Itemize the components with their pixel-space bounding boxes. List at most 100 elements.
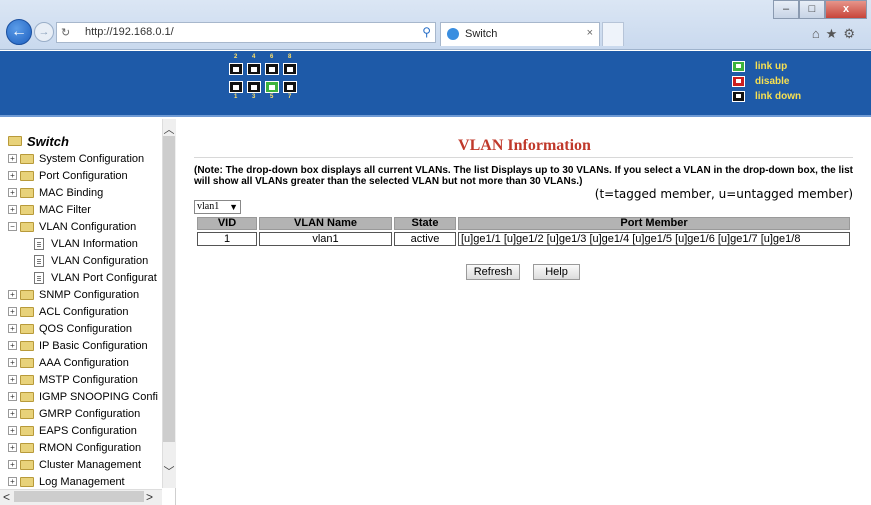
port-status-icon[interactable]: [247, 63, 261, 75]
port-status-icon[interactable]: [265, 81, 279, 93]
back-arrow-icon[interactable]: ←: [6, 19, 32, 45]
toolbar-icons[interactable]: ⌂★⚙: [812, 26, 861, 42]
expand-icon[interactable]: +: [8, 426, 17, 435]
sidebar-item[interactable]: + ACL Configuration: [8, 303, 164, 320]
sidebar-item-label: System Configuration: [39, 152, 145, 165]
sidebar-item-label: MSTP Configuration: [39, 373, 138, 386]
scroll-right-icon[interactable]: >: [146, 490, 153, 504]
scroll-left-icon[interactable]: <: [3, 490, 10, 504]
sidebar-item-label: ACL Configuration: [39, 305, 129, 318]
expand-icon[interactable]: +: [8, 358, 17, 367]
sidebar-item[interactable]: + IGMP SNOOPING Confi: [8, 388, 164, 405]
expand-icon[interactable]: +: [8, 324, 17, 333]
legend-item: disable: [732, 74, 801, 88]
help-button[interactable]: Help: [533, 264, 580, 280]
sidebar-item[interactable]: + MAC Filter: [8, 201, 164, 218]
collapse-icon[interactable]: −: [8, 222, 17, 231]
port-number-label: 6: [270, 54, 274, 60]
port-swatch-icon: [732, 90, 745, 102]
refresh-icon[interactable]: ↻: [61, 26, 70, 39]
expand-icon[interactable]: +: [8, 460, 17, 469]
cell-vid: 1: [197, 232, 257, 246]
title-divider: [194, 157, 853, 158]
port-status-icon[interactable]: [229, 81, 243, 93]
expand-icon[interactable]: +: [8, 443, 17, 452]
port-status-icon[interactable]: [283, 81, 297, 93]
sidebar-item[interactable]: VLAN Port Configurat: [8, 269, 164, 286]
sidebar-item[interactable]: + QOS Configuration: [8, 320, 164, 337]
refresh-button[interactable]: Refresh: [466, 264, 520, 280]
expand-icon[interactable]: +: [8, 205, 17, 214]
sidebar-item-label: RMON Configuration: [39, 441, 142, 454]
tab-close-icon[interactable]: ×: [587, 27, 593, 39]
port-status-icon[interactable]: [265, 63, 279, 75]
maximize-button[interactable]: □: [799, 0, 825, 19]
folder-icon: [20, 187, 34, 198]
expand-icon[interactable]: +: [8, 477, 17, 486]
sidebar-scroll-thumb[interactable]: [163, 136, 175, 442]
folder-icon: [20, 170, 34, 181]
folder-icon: [20, 374, 34, 385]
expand-icon[interactable]: +: [8, 154, 17, 163]
sidebar-item[interactable]: VLAN Information: [8, 235, 164, 252]
folder-icon: [20, 340, 34, 351]
sidebar-item[interactable]: + IP Basic Configuration: [8, 337, 164, 354]
sidebar-item[interactable]: + AAA Configuration: [8, 354, 164, 371]
port-number-label: 1: [234, 94, 238, 100]
port-number-label: 2: [234, 54, 238, 60]
expand-icon[interactable]: +: [8, 341, 17, 350]
port-status-icon[interactable]: [283, 63, 297, 75]
folder-icon: [20, 459, 34, 470]
sidebar-item[interactable]: − VLAN Configuration: [8, 218, 164, 235]
sidebar-item-label: MAC Binding: [39, 186, 104, 199]
legend-label: link down: [755, 90, 802, 102]
expand-icon[interactable]: +: [8, 307, 17, 316]
expand-icon[interactable]: +: [8, 290, 17, 299]
port-status-icon[interactable]: [247, 81, 261, 93]
close-window-button[interactable]: x: [825, 0, 867, 19]
minimize-button[interactable]: –: [773, 0, 799, 19]
switch-banner: 2 4 6 8 1 3 5 7 link up disable link down: [0, 51, 871, 117]
col-state: State: [394, 217, 456, 230]
sidebar-hscroll-thumb[interactable]: [14, 491, 144, 502]
sidebar-item[interactable]: + MAC Binding: [8, 184, 164, 201]
expand-icon[interactable]: +: [8, 409, 17, 418]
chevron-down-icon: ▼: [229, 202, 238, 212]
address-bar[interactable]: ↻ http://192.168.0.1/ ⚲: [56, 22, 436, 43]
new-tab-button[interactable]: [602, 22, 624, 46]
sidebar-item[interactable]: + GMRP Configuration: [8, 405, 164, 422]
sidebar-item[interactable]: + MSTP Configuration: [8, 371, 164, 388]
port-number-label: 8: [288, 54, 292, 60]
sidebar-item[interactable]: + RMON Configuration: [8, 439, 164, 456]
page-icon: [34, 271, 44, 284]
expand-icon[interactable]: +: [8, 171, 17, 180]
folder-icon: [20, 221, 34, 232]
scroll-down-icon[interactable]: ﹀: [162, 463, 176, 478]
expand-icon[interactable]: +: [8, 375, 17, 384]
scroll-up-icon[interactable]: ︿: [162, 121, 176, 136]
sidebar-item[interactable]: + Cluster Management: [8, 456, 164, 473]
sidebar-item-label: SNMP Configuration: [39, 288, 140, 301]
port-status-icon[interactable]: [229, 63, 243, 75]
sidebar-item-label: VLAN Configuration: [51, 254, 149, 267]
tab-title: Switch: [465, 28, 498, 40]
sidebar-item[interactable]: + SNMP Configuration: [8, 286, 164, 303]
vlan-select-value: vlan1: [197, 201, 220, 212]
expand-icon[interactable]: +: [8, 392, 17, 401]
address-url: http://192.168.0.1/: [85, 26, 174, 38]
search-icon[interactable]: ⚲: [422, 25, 431, 39]
sidebar-item[interactable]: + System Configuration: [8, 150, 164, 167]
tree-root[interactable]: Switch: [8, 132, 164, 150]
col-vid: VID: [197, 217, 257, 230]
sidebar-item[interactable]: + EAPS Configuration: [8, 422, 164, 439]
expand-icon[interactable]: +: [8, 188, 17, 197]
legend-label: disable: [755, 75, 790, 87]
sidebar-item[interactable]: + Log Management: [8, 473, 164, 490]
sidebar-item[interactable]: VLAN Configuration: [8, 252, 164, 269]
sidebar-item[interactable]: + Port Configuration: [8, 167, 164, 184]
folder-icon: [20, 391, 34, 402]
sidebar-item-label: GMRP Configuration: [39, 407, 141, 420]
browser-tab[interactable]: Switch ×: [440, 22, 600, 46]
vlan-select[interactable]: vlan1 ▼: [194, 200, 241, 214]
forward-arrow-icon[interactable]: →: [34, 22, 54, 42]
